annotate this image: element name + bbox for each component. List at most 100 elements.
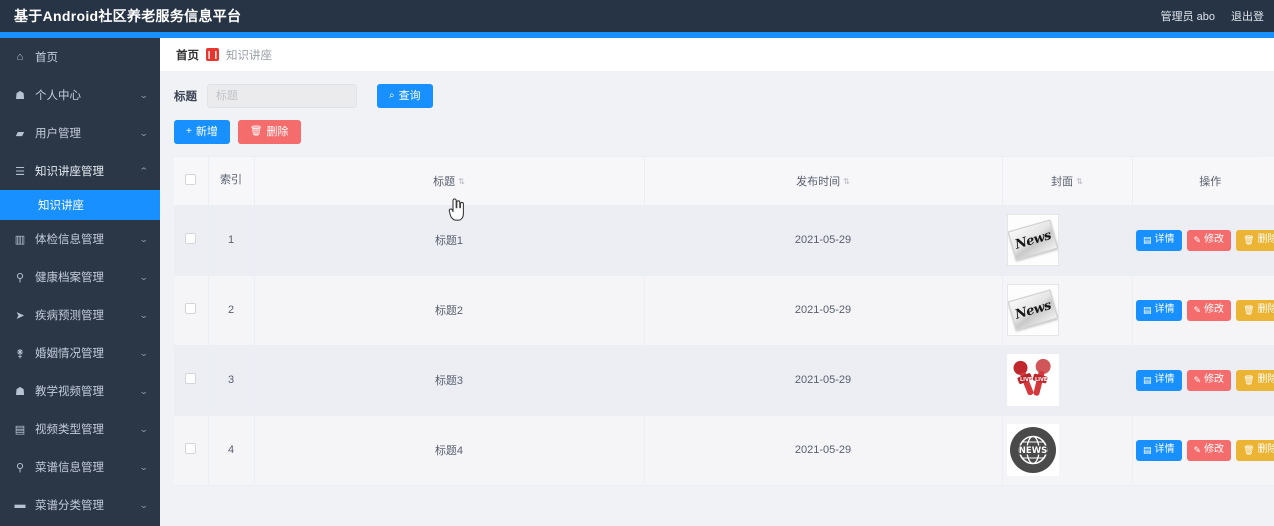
row-checkbox[interactable] [185,373,197,384]
row-action-group: ▤ 详情 ✎ 修改 🗑 删除 [1136,439,1274,461]
chevron-down-icon[interactable]: ⌄ [139,310,149,321]
sidebar-item-7[interactable]: ⚵ 婚姻情况管理 ⌄ [0,334,160,372]
sidebar-item-6[interactable]: ➤ 疾病预测管理 ⌄ [0,296,160,334]
chevron-up-icon[interactable]: ⌃ [139,166,149,177]
navbar-right-group: 管理员 abo 退出登 [1161,8,1264,24]
detail-button[interactable]: ▤ 详情 [1136,439,1182,461]
sidebar-item-label: 知识讲座管理 [35,166,104,178]
bulk-delete-button[interactable]: 🗑 删除 [237,120,301,144]
row-select-cell [174,205,209,276]
column-header-publish-time[interactable]: 发布时间 ⇅ [644,157,1003,206]
bar-chart-icon: ▥ [14,233,26,246]
chevron-down-icon[interactable]: ⌄ [139,234,149,245]
main-content: 首页 ❙❙ 知识讲座 标题 ⌕ 查询 + 新增 🗑 删除 [160,38,1274,526]
column-header-cover-label: 封面 [1051,175,1074,188]
data-table-container: 索引 标题 ⇅ 发布时间 ⇅ 封面 ⇅ 操作 1 标题1 2021-05-29 … [174,156,1274,486]
sidebar-subitem-knowledge-lecture[interactable]: 知识讲座 [0,190,160,220]
newspaper-news-image: News [1006,284,1059,336]
sidebar-nav[interactable]: ⌂ 首页 ☗ 个人中心 ⌄ ▰ 用户管理 ⌄ ☰ 知识讲座管理 ⌃ 知识讲座 ▥ 体检信息管理 ⌄ ⚲ 健康档案… [0,38,160,526]
row-select-cell [174,275,209,346]
cell-index: 2 [208,275,255,346]
chevron-down-icon[interactable]: ⌄ [139,348,149,359]
file-icon: ▤ [1143,304,1152,315]
sidebar-item-9[interactable]: ▤ 视频类型管理 ⌄ [0,410,160,448]
svg-text:NEWS: NEWS [1018,446,1046,456]
sidebar-item-0[interactable]: ⌂ 首页 [0,38,160,76]
cell-cover: NEWS [1002,415,1133,486]
detail-button[interactable]: ▤ 详情 [1136,229,1182,251]
sidebar-item-4[interactable]: ▥ 体检信息管理 ⌄ [0,220,160,258]
table-row[interactable]: 1 标题1 2021-05-29 News ▤ 详情 ✎ 修改 🗑 删除 [174,205,1274,276]
row-select-cell [174,345,209,416]
home-icon: ⌂ [16,51,24,63]
row-action-group: ▤ 详情 ✎ 修改 🗑 删除 [1136,369,1274,391]
table-row[interactable]: 4 标题4 2021-05-29 NEWS ▤ 详情 ✎ 修改 🗑 删除 [174,415,1274,486]
cell-title: 标题4 [254,415,645,486]
chevron-down-icon[interactable]: ⌄ [139,386,149,397]
edit-button[interactable]: ✎ 修改 [1186,439,1232,461]
title-search-input[interactable] [207,84,357,108]
svg-text:LIVE: LIVE [1035,377,1048,383]
chevron-down-icon[interactable]: ⌄ [139,90,149,101]
table-row[interactable]: 2 标题2 2021-05-29 News ▤ 详情 ✎ 修改 🗑 删除 [174,275,1274,346]
column-header-cover[interactable]: 封面 ⇅ [1002,157,1133,206]
row-checkbox[interactable] [185,233,197,244]
chevron-down-icon[interactable]: ⌄ [139,424,149,435]
search-button[interactable]: ⌕ 查询 [377,84,433,108]
row-delete-button[interactable]: 🗑 删除 [1236,439,1274,461]
breadcrumb-home[interactable]: 首页 [176,47,199,63]
table-row[interactable]: 3 标题3 2021-05-29 LIVE LIVE ▤ 详情 ✎ 修改 🗑 删除 [174,345,1274,416]
list-icon: ☰ [15,165,25,178]
logout-link[interactable]: 退出登 [1231,8,1264,24]
chevron-down-icon[interactable]: ⌄ [139,500,149,511]
cell-title: 标题1 [254,205,645,276]
chevron-down-icon[interactable]: ⌄ [139,272,149,283]
sidebar-item-label: 视频类型管理 [35,424,104,436]
cell-title: 标题3 [254,345,645,416]
edit-button[interactable]: ✎ 修改 [1186,369,1232,391]
trash-icon: 🗑 [1243,304,1255,315]
sidebar-item-3[interactable]: ☰ 知识讲座管理 ⌃ [0,152,160,190]
toolbar-actions: + 新增 🗑 删除 [174,120,1260,144]
sort-icon[interactable]: ⇅ [843,177,850,186]
send-icon: ➤ [15,309,25,322]
detail-button[interactable]: ▤ 详情 [1136,299,1182,321]
current-user-label[interactable]: 管理员 abo [1161,8,1215,24]
edit-button[interactable]: ✎ 修改 [1186,299,1232,321]
monitor-icon: ▬ [14,499,26,511]
trash-icon: 🗑 [1243,444,1255,455]
sort-icon[interactable]: ⇅ [458,177,465,186]
row-delete-button[interactable]: 🗑 删除 [1236,299,1274,321]
detail-button-label: 详情 [1154,304,1175,315]
row-delete-button[interactable]: 🗑 删除 [1236,369,1274,391]
add-button[interactable]: + 新增 [174,120,230,144]
chevron-down-icon[interactable]: ⌄ [139,128,149,139]
row-delete-button[interactable]: 🗑 删除 [1236,229,1274,251]
table-body: 1 标题1 2021-05-29 News ▤ 详情 ✎ 修改 🗑 删除 2 标题2 2021-05-2… [174,205,1274,486]
sidebar-item-11[interactable]: ▬ 菜谱分类管理 ⌄ [0,486,160,524]
cell-operations: ▤ 详情 ✎ 修改 🗑 删除 [1132,205,1274,276]
sidebar-item-10[interactable]: ⚲ 菜谱信息管理 ⌄ [0,448,160,486]
cell-publish-time: 2021-05-29 [644,415,1003,486]
sidebar-item-1[interactable]: ☗ 个人中心 ⌄ [0,76,160,114]
pencil-icon: ✎ [1193,304,1202,315]
sidebar-subitem-label: 知识讲座 [38,200,84,212]
cover-text: News [1012,297,1053,323]
cell-operations: ▤ 详情 ✎ 修改 🗑 删除 [1132,415,1274,486]
select-all-checkbox[interactable] [185,173,197,185]
sidebar-item-label: 菜谱分类管理 [35,500,104,512]
breadcrumb-current: 知识讲座 [226,49,272,62]
sidebar-item-5[interactable]: ⚲ 健康档案管理 ⌄ [0,258,160,296]
row-action-group: ▤ 详情 ✎ 修改 🗑 删除 [1136,229,1274,251]
row-checkbox[interactable] [185,303,197,314]
edit-button[interactable]: ✎ 修改 [1186,229,1232,251]
trash-icon: 🗑 [249,126,263,137]
pencil-icon: ✎ [1193,374,1202,385]
row-checkbox[interactable] [185,443,197,454]
sidebar-item-8[interactable]: ☗ 教学视频管理 ⌄ [0,372,160,410]
column-header-title[interactable]: 标题 ⇅ [254,157,645,206]
chevron-down-icon[interactable]: ⌄ [139,462,149,473]
sidebar-item-2[interactable]: ▰ 用户管理 ⌄ [0,114,160,152]
sort-icon[interactable]: ⇅ [1076,177,1083,186]
detail-button[interactable]: ▤ 详情 [1136,369,1182,391]
